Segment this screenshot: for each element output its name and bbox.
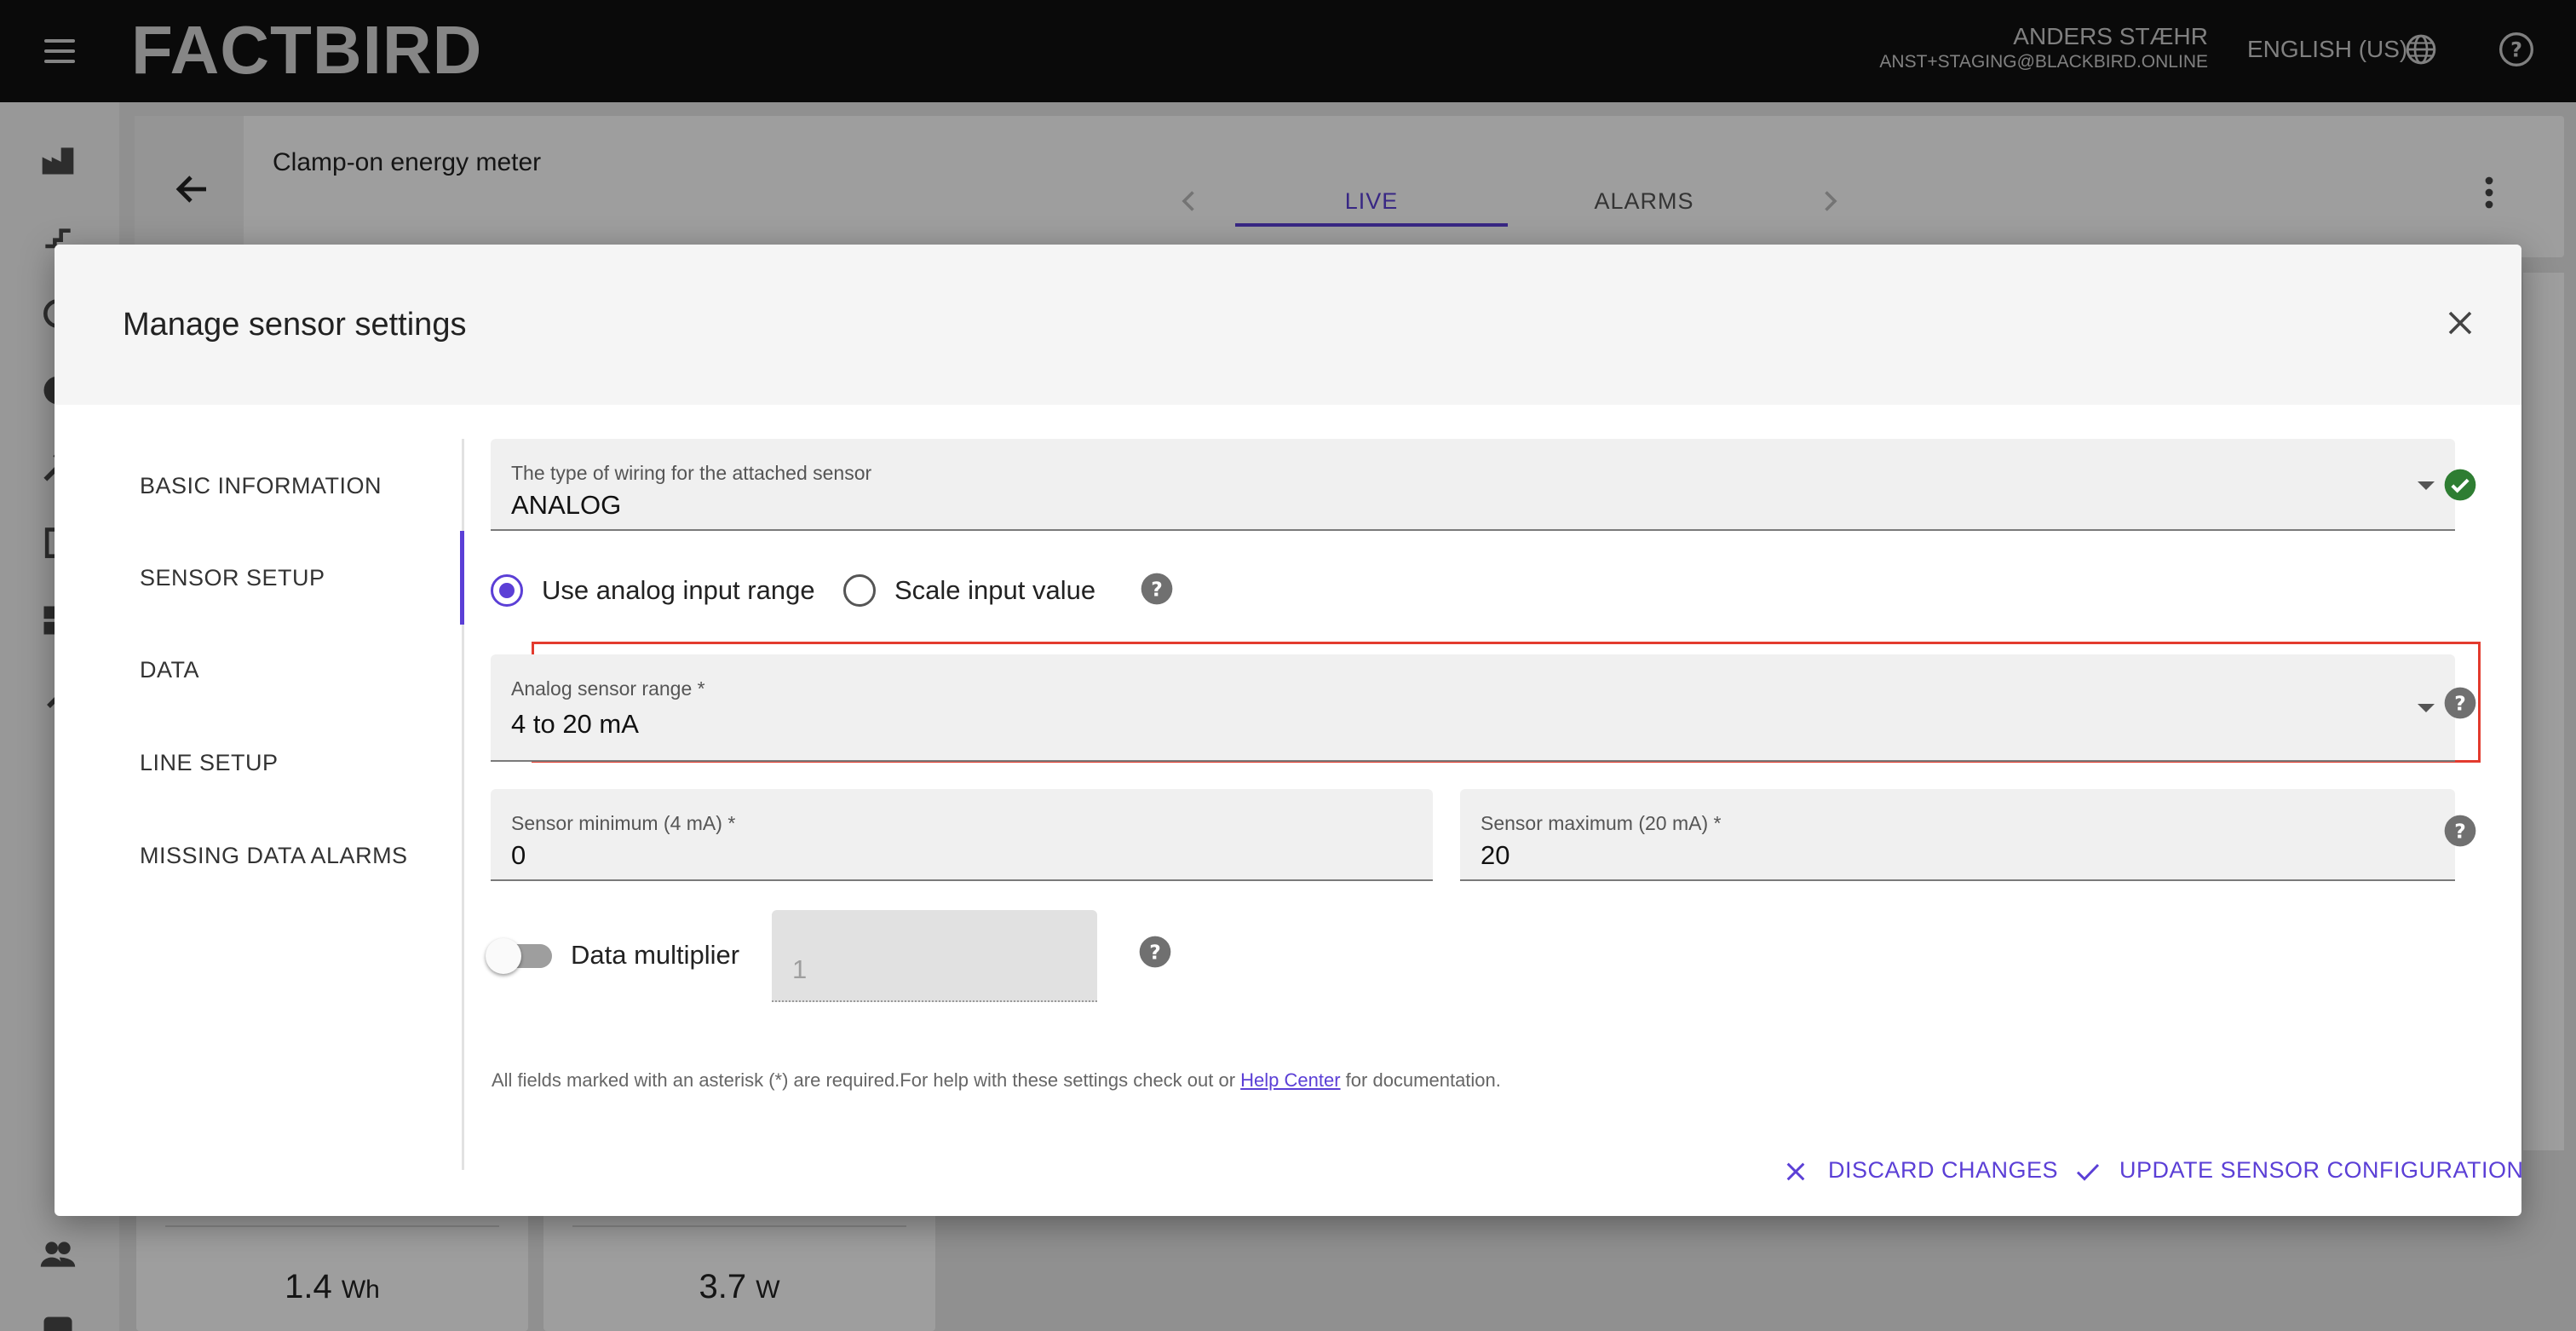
- check-icon: [2076, 1163, 2100, 1181]
- close-icon[interactable]: [2440, 302, 2481, 343]
- manage-sensor-settings-dialog: Manage sensor settings BASIC INFORMATION…: [55, 245, 2521, 1216]
- dropdown-arrow-icon[interactable]: [2418, 481, 2435, 490]
- help-circle-icon[interactable]: ?: [1140, 572, 1174, 606]
- radio-label-use-analog-input-range[interactable]: Use analog input range: [542, 573, 815, 608]
- radio-scale-input-value[interactable]: [843, 574, 876, 607]
- dialog-title: Manage sensor settings: [123, 307, 467, 343]
- help-circle-icon[interactable]: ?: [1138, 935, 1172, 969]
- svg-text:?: ?: [2454, 819, 2466, 843]
- nav-active-indicator: [460, 531, 464, 625]
- dialog-header: Manage sensor settings: [55, 245, 2521, 405]
- svg-text:?: ?: [2454, 691, 2466, 715]
- nav-line-setup[interactable]: LINE SETUP: [140, 746, 279, 780]
- close-icon: [1786, 1162, 1805, 1181]
- sensor-maximum-value[interactable]: 20: [1481, 838, 1509, 873]
- nav-basic-information[interactable]: BASIC INFORMATION: [140, 469, 382, 503]
- update-sensor-configuration-button[interactable]: UPDATE SENSOR CONFIGURATION: [2073, 1151, 2521, 1189]
- nav-data[interactable]: DATA: [140, 653, 199, 687]
- wiring-type-value: ANALOG: [511, 490, 622, 520]
- analog-sensor-range-select[interactable]: Analog sensor range * 4 to 20 mA: [491, 654, 2455, 762]
- data-multiplier-input: 1: [772, 910, 1097, 1002]
- help-circle-icon[interactable]: ?: [2443, 686, 2477, 720]
- analog-sensor-range-value: 4 to 20 mA: [511, 709, 639, 739]
- sensor-minimum-label: Sensor minimum (4 mA) *: [511, 812, 736, 834]
- dropdown-arrow-icon[interactable]: [2418, 704, 2435, 712]
- help-circle-icon[interactable]: ?: [2443, 814, 2477, 848]
- sensor-maximum-label: Sensor maximum (20 mA) *: [1481, 812, 1722, 834]
- sensor-minimum-input[interactable]: Sensor minimum (4 mA) * 0: [491, 789, 1433, 881]
- sensor-maximum-input[interactable]: Sensor maximum (20 mA) * 20: [1460, 789, 2455, 881]
- toggle-thumb[interactable]: [486, 938, 521, 974]
- data-multiplier-value: 1: [792, 954, 808, 984]
- wiring-type-label: The type of wiring for the attached sens…: [511, 462, 872, 484]
- check-circle-icon: [2444, 469, 2476, 501]
- data-multiplier-label: Data multiplier: [571, 940, 740, 970]
- nav-missing-data-alarms[interactable]: MISSING DATA ALARMS: [140, 838, 408, 873]
- radio-use-analog-input-range[interactable]: [491, 574, 523, 607]
- nav-sensor-setup[interactable]: SENSOR SETUP: [140, 561, 325, 595]
- sensor-minimum-value[interactable]: 0: [511, 838, 526, 873]
- wiring-type-select[interactable]: The type of wiring for the attached sens…: [491, 439, 2455, 531]
- analog-sensor-range-label: Analog sensor range *: [511, 677, 705, 700]
- svg-text:?: ?: [1151, 577, 1163, 601]
- help-center-link[interactable]: Help Center: [1240, 1069, 1340, 1091]
- required-fields-note: All fields marked with an asterisk (*) a…: [492, 1069, 1501, 1091]
- radio-label-scale-input-value[interactable]: Scale input value: [894, 573, 1095, 608]
- discard-changes-button[interactable]: DISCARD CHANGES: [1782, 1151, 2106, 1189]
- svg-text:?: ?: [1149, 940, 1161, 964]
